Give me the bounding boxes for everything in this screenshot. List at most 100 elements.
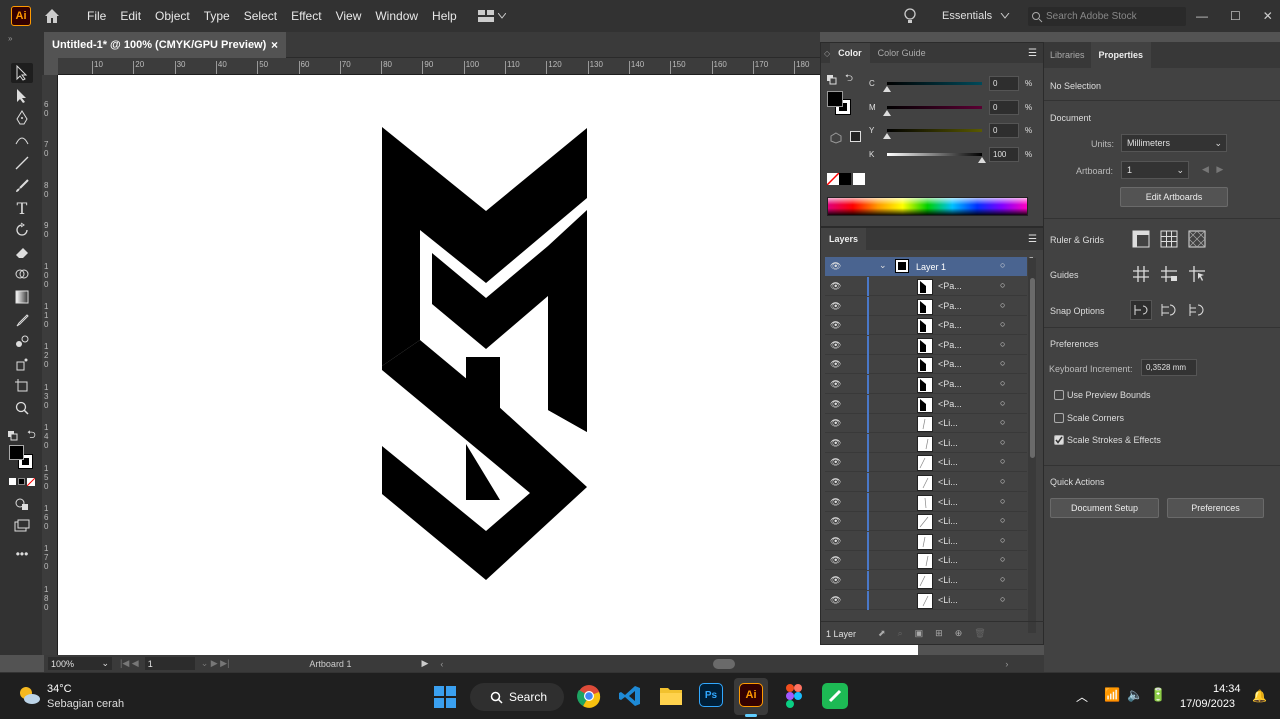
first-artboard-button[interactable]: |◀ ◀ [120, 658, 139, 669]
menu-view[interactable]: View [329, 0, 369, 32]
layer-item[interactable]: 👁 <Li... ○ [825, 551, 1027, 571]
snap-to-point-icon[interactable] [1130, 300, 1152, 320]
target-icon[interactable]: ○ [1000, 456, 1005, 466]
direct-selection-tool-icon[interactable] [11, 86, 33, 106]
screen-mode-icon[interactable] [11, 516, 33, 536]
preferences-button[interactable]: Preferences [1167, 498, 1264, 518]
eye-icon[interactable]: 👁 [830, 418, 841, 429]
eye-icon[interactable]: 👁 [830, 497, 841, 508]
target-icon[interactable]: ○ [1000, 280, 1005, 290]
illustrator-icon[interactable]: Ai [739, 683, 763, 707]
symbol-sprayer-tool-icon[interactable] [11, 354, 33, 374]
slider-handle[interactable] [883, 86, 891, 92]
layers-scrollbar[interactable] [1028, 258, 1036, 633]
logo-artwork[interactable] [58, 75, 918, 655]
web-safe-swatch[interactable] [850, 131, 861, 142]
checkbox-option[interactable]: Use Preview Bounds [1054, 389, 1254, 402]
menu-edit[interactable]: Edit [113, 0, 148, 32]
eye-icon[interactable]: 👁 [830, 320, 841, 331]
keyboard-increment-input[interactable]: 0,3528 mm [1141, 359, 1197, 376]
workspace-switcher[interactable]: Essentials [942, 0, 1010, 32]
checkbox-option[interactable]: Scale Corners [1054, 412, 1254, 425]
layer-item[interactable]: 👁 <Pa... ○ [825, 394, 1027, 414]
color-spectrum[interactable] [827, 197, 1028, 216]
tab-libraries[interactable]: Libraries [1044, 50, 1091, 60]
close-tab-icon[interactable]: × [271, 38, 278, 52]
horizontal-scrollbar-thumb[interactable] [713, 658, 736, 669]
blend-tool-icon[interactable] [11, 332, 33, 352]
menu-type[interactable]: Type [197, 0, 237, 32]
show-hidden-icons[interactable]: ︿ [1076, 688, 1088, 705]
channel-value-input[interactable]: 0 [989, 76, 1019, 91]
scroll-right-arrow[interactable]: › [1005, 659, 1008, 669]
target-icon[interactable]: ○ [1000, 554, 1005, 564]
weather-icon[interactable] [17, 684, 41, 711]
document-setup-button[interactable]: Document Setup [1050, 498, 1159, 518]
wifi-icon[interactable]: 📶 [1104, 687, 1120, 703]
eye-icon[interactable]: 👁 [830, 457, 841, 468]
layer-item[interactable]: 👁 <Li... ○ [825, 492, 1027, 512]
layer-item[interactable]: 👁 <Li... ○ [825, 473, 1027, 492]
eye-icon[interactable]: 👁 [830, 595, 841, 606]
slider-handle[interactable] [883, 109, 891, 116]
next-artboard-button[interactable]: ⌄ ▶ ▶| [201, 658, 230, 669]
selection-tool-icon[interactable] [11, 63, 33, 83]
monogram-shapes[interactable] [382, 127, 587, 580]
taskbar-search[interactable]: Search [470, 683, 564, 711]
chrome-icon[interactable] [576, 683, 602, 709]
slider-track[interactable] [887, 152, 982, 156]
lock-guides-icon[interactable] [1160, 265, 1178, 288]
artboard-canvas[interactable] [58, 75, 918, 655]
locate-object-icon[interactable]: ⌕ [898, 628, 903, 639]
slider-c[interactable]: C 0 % [869, 76, 1039, 93]
zoom-tool-icon[interactable] [11, 398, 33, 418]
slider-handle[interactable] [883, 133, 891, 139]
channel-value-input[interactable]: 0 [989, 99, 1019, 115]
export-icon[interactable]: ⬈ [878, 628, 886, 639]
snap-to-pixel-icon[interactable] [1160, 302, 1176, 323]
shape-builder-tool-icon[interactable] [11, 264, 33, 284]
sheets-app-icon[interactable] [822, 683, 848, 709]
eye-icon[interactable]: 👁 [830, 281, 841, 292]
eye-icon[interactable]: 👁 [830, 555, 841, 566]
snap-to-glyph-icon[interactable] [1188, 302, 1204, 323]
clipping-mask-icon[interactable]: ▣ [915, 628, 924, 639]
fill-stroke-swatch[interactable] [9, 445, 33, 469]
volume-icon[interactable]: 🔈 [1127, 687, 1143, 703]
eye-icon[interactable]: 👁 [830, 399, 841, 410]
eye-icon[interactable]: 👁 [830, 340, 841, 351]
slider-track[interactable] [887, 129, 982, 132]
document-tab[interactable]: Untitled-1* @ 100% (CMYK/GPU Preview) × [44, 32, 286, 58]
units-dropdown[interactable]: Millimeters ⌄ [1121, 134, 1227, 152]
target-icon[interactable]: ○ [1000, 260, 1005, 270]
delete-icon[interactable]: 🗑 [974, 628, 985, 639]
paintbrush-tool-icon[interactable] [11, 176, 33, 196]
tab-properties[interactable]: Properties [1090, 42, 1152, 68]
draw-mode-icon[interactable] [11, 494, 33, 514]
default-colors-icon[interactable] [8, 428, 18, 446]
eyedropper-tool-icon[interactable] [11, 310, 33, 330]
slider-k[interactable]: K 100 % [869, 146, 1039, 164]
artboard-dropdown[interactable]: 1 ⌄ [1121, 161, 1189, 179]
target-icon[interactable]: ○ [1000, 574, 1005, 584]
grid-icon[interactable] [1160, 230, 1178, 253]
default-fill-stroke-icon[interactable] [827, 72, 837, 90]
target-icon[interactable]: ○ [1000, 378, 1005, 388]
figma-icon[interactable] [781, 683, 807, 709]
more-tools-icon[interactable]: ••• [11, 544, 33, 564]
smart-guides-icon[interactable] [1188, 265, 1206, 288]
target-icon[interactable]: ○ [1000, 476, 1005, 486]
home-icon[interactable] [42, 6, 62, 26]
artboard-tool-icon[interactable] [11, 376, 33, 396]
expand-layer-icon[interactable]: ⌄ [879, 260, 887, 271]
target-icon[interactable]: ○ [1000, 339, 1005, 349]
target-icon[interactable]: ○ [1000, 319, 1005, 329]
edit-artboards-button[interactable]: Edit Artboards [1120, 187, 1228, 207]
target-icon[interactable]: ○ [1000, 535, 1005, 545]
checkbox-option[interactable]: Scale Strokes & Effects [1054, 434, 1254, 447]
rotate-tool-icon[interactable] [11, 220, 33, 240]
target-icon[interactable]: ○ [1000, 417, 1005, 427]
slider-m[interactable]: M 0 % [869, 99, 1039, 117]
channel-value-input[interactable]: 0 [989, 123, 1019, 138]
artboard-nav-arrows[interactable]: ◀ ▶ [1202, 164, 1223, 175]
